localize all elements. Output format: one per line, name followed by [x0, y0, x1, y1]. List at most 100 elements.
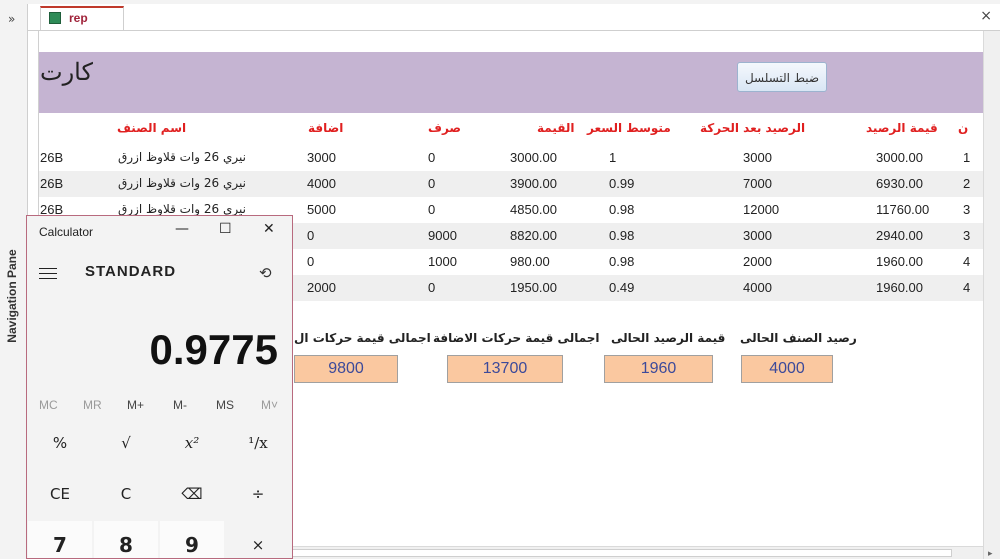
reciprocal-button[interactable]: ¹/x — [226, 419, 290, 467]
clear-button[interactable]: C — [94, 470, 158, 518]
cell-bal-value[interactable]: 6930.00 — [876, 176, 923, 191]
menu-hamburger-icon[interactable] — [39, 268, 57, 280]
column-header-out: صرف — [428, 121, 461, 135]
cell-avg[interactable]: 0.99 — [609, 176, 634, 191]
cell-out[interactable]: 0 — [428, 150, 435, 165]
cell-add[interactable]: 0 — [307, 228, 314, 243]
cell-name[interactable]: نيري 26 وات قلاوظ ازرق — [118, 176, 246, 190]
cell-out[interactable]: 0 — [428, 176, 435, 191]
cell-balance[interactable]: 2000 — [743, 254, 772, 269]
cell-avg[interactable]: 0.98 — [609, 228, 634, 243]
memory-add-button[interactable]: M+ — [127, 398, 144, 412]
expand-chevron-icon[interactable]: » — [8, 12, 15, 26]
digit-7-button[interactable]: 7 — [28, 521, 92, 558]
navigation-pane-label[interactable]: Navigation Pane — [5, 246, 19, 346]
cell-out[interactable]: 0 — [428, 280, 435, 295]
total-out-value[interactable]: 9800 — [294, 355, 398, 383]
cell-add[interactable]: 0 — [307, 254, 314, 269]
cell-balance[interactable]: 12000 — [743, 202, 779, 217]
cell-bal-value[interactable]: 3000.00 — [876, 150, 923, 165]
cell-n[interactable]: 4 — [963, 280, 970, 295]
memory-recall-button[interactable]: MR — [83, 398, 102, 412]
memory-clear-button[interactable]: MC — [39, 398, 58, 412]
cell-n[interactable]: 3 — [963, 202, 970, 217]
form-title: كارت — [40, 59, 93, 86]
cell-avg[interactable]: 1 — [609, 150, 616, 165]
maximize-icon[interactable]: ☐ — [219, 221, 232, 237]
cell-avg[interactable]: 0.98 — [609, 254, 634, 269]
cell-avg[interactable]: 0.49 — [609, 280, 634, 295]
divide-button[interactable]: ÷ — [226, 470, 290, 518]
minimize-icon[interactable]: — — [175, 221, 189, 237]
horizontal-scrollbar[interactable] — [290, 546, 983, 559]
percent-button[interactable]: % — [28, 419, 92, 467]
cell-balance[interactable]: 7000 — [743, 176, 772, 191]
cell-value[interactable]: 980.00 — [510, 254, 550, 269]
column-header-n: ن — [958, 121, 969, 135]
memory-list-button[interactable]: M˅ — [261, 398, 278, 412]
memory-store-button[interactable]: MS — [216, 398, 234, 412]
square-button[interactable]: x² — [160, 419, 224, 467]
scroll-thumb[interactable] — [292, 549, 952, 557]
digit-8-button[interactable]: 8 — [94, 521, 158, 558]
cell-n[interactable]: 2 — [963, 176, 970, 191]
cell-avg[interactable]: 0.98 — [609, 202, 634, 217]
cell-name[interactable]: نيري 26 وات قلاوظ ازرق — [118, 202, 246, 216]
backspace-button[interactable]: ⌫ — [160, 470, 224, 518]
report-icon — [49, 12, 61, 24]
cell-value[interactable]: 1950.00 — [510, 280, 557, 295]
tab-rep[interactable]: rep — [40, 6, 124, 30]
calculator-display: 0.9775 — [149, 326, 278, 373]
cell-n[interactable]: 3 — [963, 228, 970, 243]
cell-balance[interactable]: 3000 — [743, 228, 772, 243]
cell-out[interactable]: 9000 — [428, 228, 457, 243]
navigation-pane[interactable]: » Navigation Pane — [0, 4, 28, 559]
cell-add[interactable]: 3000 — [307, 150, 336, 165]
total-out-label: اجمالى قيمة حركات ال — [294, 331, 431, 345]
total-add-value[interactable]: 13700 — [447, 355, 563, 383]
history-icon[interactable]: ⟲ — [259, 264, 272, 282]
cell-n[interactable]: 4 — [963, 254, 970, 269]
cell-n[interactable]: 1 — [963, 150, 970, 165]
column-header-add: اضافة — [308, 121, 344, 135]
column-header-avg-price: متوسط السعر — [587, 121, 671, 135]
close-tab-icon[interactable]: × — [980, 8, 992, 24]
cell-balance[interactable]: 4000 — [743, 280, 772, 295]
calculator-window[interactable]: Calculator — ☐ ✕ STANDARD ⟲ 0.9775 MC MR… — [26, 215, 293, 559]
column-header-balance: الرصيد بعد الحركة — [700, 121, 806, 135]
cell-add[interactable]: 2000 — [307, 280, 336, 295]
cell-out[interactable]: 0 — [428, 202, 435, 217]
cell-add[interactable]: 4000 — [307, 176, 336, 191]
cell-value[interactable]: 8820.00 — [510, 228, 557, 243]
cell-balance[interactable]: 3000 — [743, 150, 772, 165]
multiply-button[interactable]: × — [226, 521, 290, 558]
cell-value[interactable]: 3000.00 — [510, 150, 557, 165]
current-stock-label: رصيد الصنف الحالى — [740, 331, 857, 345]
cell-code[interactable]: 26B — [40, 176, 63, 191]
memory-subtract-button[interactable]: M- — [173, 398, 187, 412]
close-icon[interactable]: ✕ — [263, 221, 275, 237]
cell-add[interactable]: 5000 — [307, 202, 336, 217]
cell-bal-value[interactable]: 1960.00 — [876, 254, 923, 269]
cell-code[interactable]: 26B — [40, 150, 63, 165]
table-row[interactable]: 26B نيري 26 وات قلاوظ ازرق 3000 0 3000.00 1 30… — [39, 145, 983, 171]
cell-bal-value[interactable]: 2940.00 — [876, 228, 923, 243]
cell-name[interactable]: نيري 26 وات قلاوظ ازرق — [118, 150, 246, 164]
scroll-right-icon[interactable]: ▸ — [988, 549, 993, 559]
table-row[interactable]: 26B نيري 26 وات قلاوظ ازرق 4000 0 3900.00 0.9… — [39, 171, 983, 197]
digit-9-button[interactable]: 9 — [160, 521, 224, 558]
square-root-button[interactable]: √ — [94, 419, 158, 467]
cell-value[interactable]: 3900.00 — [510, 176, 557, 191]
cell-bal-value[interactable]: 11760.00 — [876, 202, 929, 217]
column-header-balance-value: قيمة الرصيد — [866, 121, 938, 135]
tab-label: rep — [69, 11, 88, 25]
cell-value[interactable]: 4850.00 — [510, 202, 557, 217]
sequence-button[interactable]: ضبط التسلسل — [737, 62, 827, 92]
cell-bal-value[interactable]: 1960.00 — [876, 280, 923, 295]
cell-out[interactable]: 1000 — [428, 254, 457, 269]
vertical-scrollbar[interactable]: ▸ — [983, 31, 1000, 559]
document-tab-bar: rep × — [28, 4, 1000, 31]
current-balance-value[interactable]: 1960 — [604, 355, 713, 383]
current-stock-value[interactable]: 4000 — [741, 355, 833, 383]
clear-entry-button[interactable]: CE — [28, 470, 92, 518]
